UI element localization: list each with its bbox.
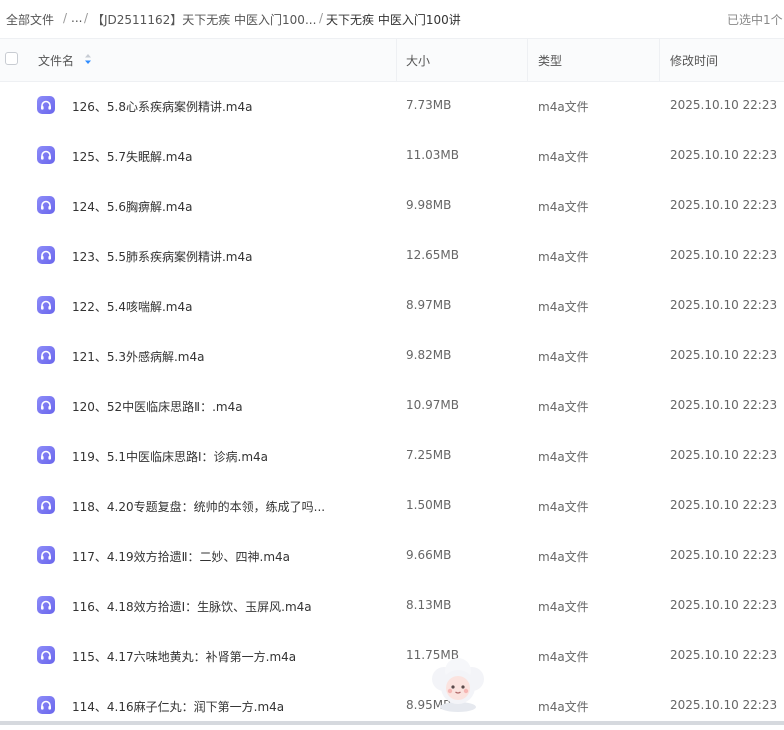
file-name[interactable]: 119、5.1中医临床思路Ⅰ：诊病.m4a xyxy=(72,448,268,465)
file-modified: 2025.10.10 22:23 xyxy=(670,148,778,162)
column-divider xyxy=(396,39,397,81)
file-modified: 2025.10.10 22:23 xyxy=(670,448,778,462)
file-name[interactable]: 116、4.18效方拾遗Ⅰ：生脉饮、玉屏风.m4a xyxy=(72,598,312,615)
file-size: 1.50MB xyxy=(406,498,452,512)
audio-file-icon xyxy=(37,396,55,414)
audio-file-icon xyxy=(37,646,55,664)
breadcrumb-current: 天下无疾 中医入门100讲 xyxy=(326,13,461,27)
file-size: 9.66MB xyxy=(406,548,452,562)
file-modified: 2025.10.10 22:23 xyxy=(670,648,778,662)
audio-file-icon xyxy=(37,246,55,264)
file-modified: 2025.10.10 22:23 xyxy=(670,298,778,312)
file-size: 10.97MB xyxy=(406,398,459,412)
file-name[interactable]: 121、5.3外感病解.m4a xyxy=(72,348,204,365)
file-modified: 2025.10.10 22:23 xyxy=(670,598,778,612)
file-row[interactable]: 124、5.6胸痹解.m4a 9.98MB m4a文件 2025.10.10 2… xyxy=(0,180,784,230)
audio-file-icon xyxy=(37,296,55,314)
file-type: m4a文件 xyxy=(538,100,589,114)
sort-arrows-icon[interactable] xyxy=(84,53,92,65)
file-row[interactable]: 125、5.7失眠解.m4a 11.03MB m4a文件 2025.10.10 … xyxy=(0,130,784,180)
file-modified: 2025.10.10 22:23 xyxy=(670,548,778,562)
assistant-mascot-icon[interactable] xyxy=(426,655,490,715)
file-name[interactable]: 122、5.4咳喘解.m4a xyxy=(72,298,192,315)
file-row[interactable]: 120、52中医临床思路Ⅱ：.m4a 10.97MB m4a文件 2025.10… xyxy=(0,380,784,430)
file-type: m4a文件 xyxy=(538,200,589,214)
file-modified: 2025.10.10 22:23 xyxy=(670,498,778,512)
file-row[interactable]: 117、4.19效方拾遗Ⅱ：二妙、四神.m4a 9.66MB m4a文件 202… xyxy=(0,530,784,580)
file-type: m4a文件 xyxy=(538,300,589,314)
file-size: 8.13MB xyxy=(406,598,452,612)
file-row[interactable]: 119、5.1中医临床思路Ⅰ：诊病.m4a 7.25MB m4a文件 2025.… xyxy=(0,430,784,480)
file-row[interactable]: 126、5.8心系疾病案例精讲.m4a 7.73MB m4a文件 2025.10… xyxy=(0,80,784,130)
file-type: m4a文件 xyxy=(538,450,589,464)
file-name[interactable]: 124、5.6胸痹解.m4a xyxy=(72,198,192,215)
file-size: 12.65MB xyxy=(406,248,459,262)
file-size: 8.97MB xyxy=(406,298,452,312)
file-type: m4a文件 xyxy=(538,550,589,564)
file-row[interactable]: 122、5.4咳喘解.m4a 8.97MB m4a文件 2025.10.10 2… xyxy=(0,280,784,330)
audio-file-icon xyxy=(37,196,55,214)
audio-file-icon xyxy=(37,346,55,364)
breadcrumb-folder[interactable]: 【JD2511162】天下无疾 中医入门100... xyxy=(92,11,316,28)
file-size: 7.73MB xyxy=(406,98,452,112)
file-name[interactable]: 125、5.7失眠解.m4a xyxy=(72,148,192,165)
column-header-size[interactable]: 大小 xyxy=(406,52,430,69)
file-type: m4a文件 xyxy=(538,600,589,614)
audio-file-icon xyxy=(37,146,55,164)
file-name[interactable]: 126、5.8心系疾病案例精讲.m4a xyxy=(72,98,252,115)
breadcrumb-separator: / xyxy=(63,11,68,25)
select-all-checkbox[interactable] xyxy=(5,52,18,65)
column-divider xyxy=(659,39,660,81)
breadcrumb: 全部文件 / ... / 【JD2511162】天下无疾 中医入门100... … xyxy=(0,0,784,36)
column-divider xyxy=(527,39,528,81)
file-name[interactable]: 118、4.20专题复盘：统帅的本领，练成了吗... xyxy=(72,498,325,515)
file-size: 9.98MB xyxy=(406,198,452,212)
file-row[interactable]: 118、4.20专题复盘：统帅的本领，练成了吗... 1.50MB m4a文件 … xyxy=(0,480,784,530)
file-row[interactable]: 123、5.5肺系疾病案例精讲.m4a 12.65MB m4a文件 2025.1… xyxy=(0,230,784,280)
audio-file-icon xyxy=(37,446,55,464)
breadcrumb-separator: / xyxy=(84,11,89,25)
file-list-header: 文件名 大小 类型 修改时间 xyxy=(0,38,784,82)
audio-file-icon xyxy=(37,96,55,114)
audio-file-icon xyxy=(37,496,55,514)
file-size: 11.03MB xyxy=(406,148,459,162)
file-type: m4a文件 xyxy=(538,250,589,264)
file-row[interactable]: 115、4.17六味地黄丸：补肾第一方.m4a 11.75MB m4a文件 20… xyxy=(0,630,784,680)
audio-file-icon xyxy=(37,546,55,564)
file-size: 9.82MB xyxy=(406,348,452,362)
file-size: 7.25MB xyxy=(406,448,452,462)
file-type: m4a文件 xyxy=(538,650,589,664)
selection-count: 已选中1个 xyxy=(727,13,783,27)
file-modified: 2025.10.10 22:23 xyxy=(670,348,778,362)
audio-file-icon xyxy=(37,596,55,614)
file-modified: 2025.10.10 22:23 xyxy=(670,398,778,412)
file-modified: 2025.10.10 22:23 xyxy=(670,248,778,262)
file-type: m4a文件 xyxy=(538,500,589,514)
audio-file-icon xyxy=(37,696,55,714)
file-modified: 2025.10.10 22:23 xyxy=(670,98,778,112)
breadcrumb-separator: / xyxy=(319,11,324,25)
file-modified: 2025.10.10 22:23 xyxy=(670,698,778,712)
file-row[interactable]: 121、5.3外感病解.m4a 9.82MB m4a文件 2025.10.10 … xyxy=(0,330,784,380)
column-header-modified[interactable]: 修改时间 xyxy=(670,52,718,69)
file-name[interactable]: 117、4.19效方拾遗Ⅱ：二妙、四神.m4a xyxy=(72,548,290,565)
file-row[interactable]: 116、4.18效方拾遗Ⅰ：生脉饮、玉屏风.m4a 8.13MB m4a文件 2… xyxy=(0,580,784,630)
file-name[interactable]: 123、5.5肺系疾病案例精讲.m4a xyxy=(72,248,252,265)
file-type: m4a文件 xyxy=(538,350,589,364)
horizontal-scrollbar[interactable] xyxy=(0,721,784,725)
file-name[interactable]: 114、4.16麻子仁丸：润下第一方.m4a xyxy=(72,698,284,715)
column-header-type[interactable]: 类型 xyxy=(538,52,562,69)
column-header-name[interactable]: 文件名 xyxy=(38,52,74,69)
breadcrumb-root[interactable]: 全部文件 xyxy=(6,11,54,28)
file-type: m4a文件 xyxy=(538,700,589,714)
file-name[interactable]: 115、4.17六味地黄丸：补肾第一方.m4a xyxy=(72,648,296,665)
file-type: m4a文件 xyxy=(538,400,589,414)
file-name[interactable]: 120、52中医临床思路Ⅱ：.m4a xyxy=(72,398,243,415)
breadcrumb-ellipsis[interactable]: ... xyxy=(71,11,82,25)
file-modified: 2025.10.10 22:23 xyxy=(670,198,778,212)
file-type: m4a文件 xyxy=(538,150,589,164)
